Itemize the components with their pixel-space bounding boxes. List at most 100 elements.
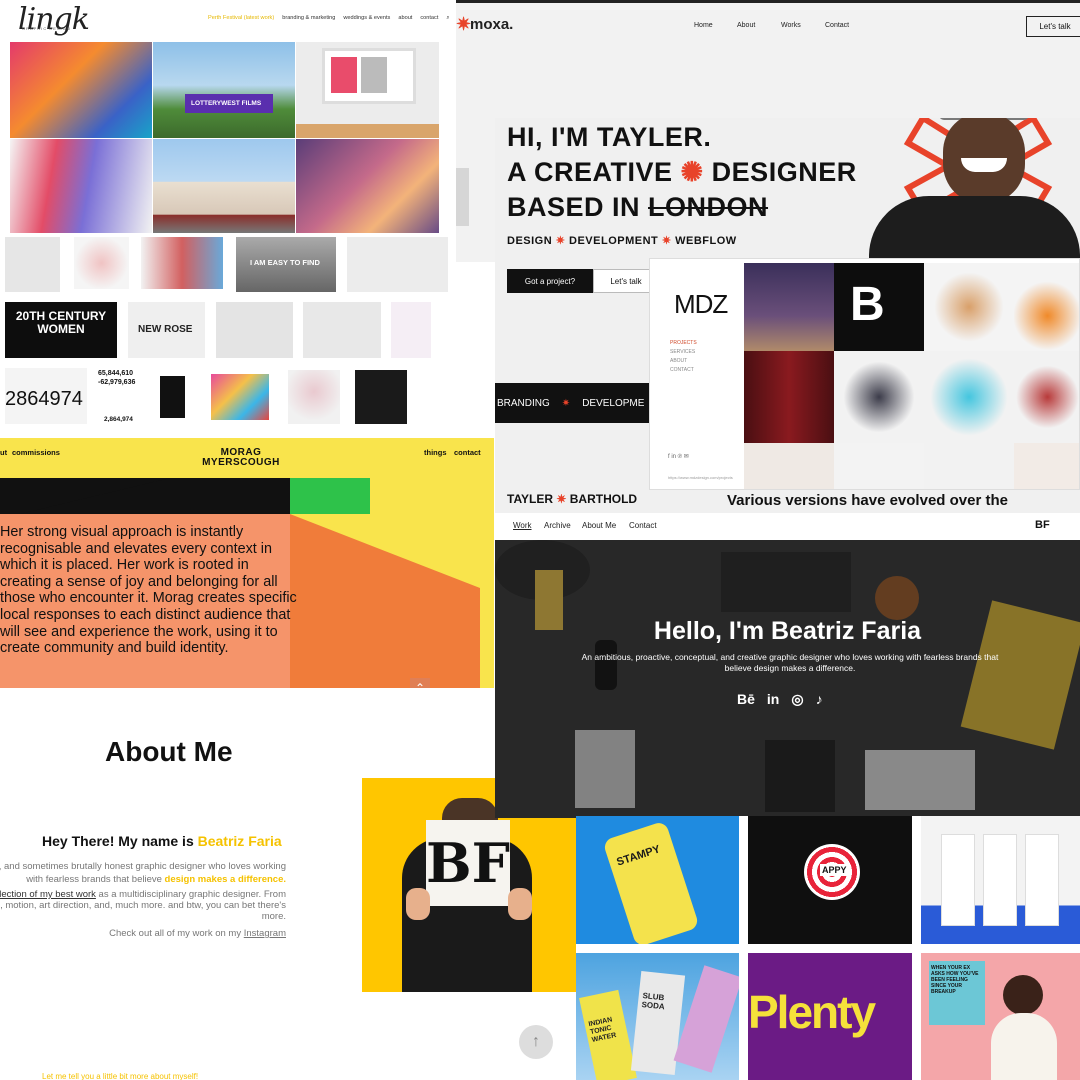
thumb-century-color[interactable] — [391, 302, 431, 358]
project-tile-plenty[interactable]: Plenty — [748, 953, 912, 1080]
new-rose-label: NEW ROSE — [138, 324, 193, 335]
mdz-menu-projects[interactable]: PROJECTS — [670, 339, 697, 348]
thumb-glass-building[interactable] — [296, 139, 439, 233]
mdz-tile-bottom-b[interactable] — [834, 443, 924, 489]
mdz-social-icons[interactable]: f in ℗ ✉ — [668, 453, 689, 460]
morag-logo[interactable]: MORAG MYERSCOUGH — [186, 448, 296, 468]
mdz-menu-contact[interactable]: CONTACT — [670, 366, 697, 375]
beatriz-logo[interactable]: BF — [1035, 519, 1050, 531]
mdz-tile-flipflops[interactable] — [1014, 351, 1079, 443]
search-icon[interactable]: ⌕ — [446, 15, 449, 22]
linkedin-icon[interactable]: in — [767, 691, 779, 708]
about-me-panel: About Me Hey There! My name is Beatriz F… — [0, 688, 576, 1080]
moxa-logo[interactable]: moxa. — [470, 16, 513, 33]
thumb-art-deco-cinema[interactable] — [153, 139, 295, 233]
work-line-2: al, motion, art direction, and, much mor… — [0, 900, 286, 911]
instagram-line-text: Check out all of my work on my — [109, 928, 244, 939]
beatriz-hero-title: Hello, I'm Beatriz Faria — [653, 617, 922, 645]
bf-sign: BF — [426, 820, 510, 906]
lingk-nav-item-about[interactable]: about — [398, 15, 412, 22]
thumb-festival-posters[interactable] — [10, 42, 152, 138]
intro-heading-name: Beatriz Faria — [197, 833, 282, 849]
best-work-link[interactable]: election of my best work — [0, 889, 96, 900]
lingk-nav-item-contact[interactable]: contact — [420, 15, 438, 22]
mdz-menu-services[interactable]: SERVICES — [670, 348, 697, 357]
thumb-colorful-book[interactable] — [211, 374, 269, 420]
mdz-tile-bottom-a[interactable] — [744, 443, 834, 489]
thumb-flower-vase[interactable] — [288, 370, 340, 424]
monitor-screen — [322, 48, 416, 104]
skill-webflow: WEBFLOW — [675, 235, 737, 247]
got-a-project-button[interactable]: Got a project? — [507, 269, 593, 293]
moxa-nav-home[interactable]: Home — [694, 22, 713, 29]
thumb-new-rose[interactable]: NEW ROSE — [128, 302, 205, 358]
thumb-color-splash[interactable] — [74, 237, 129, 289]
tiktok-icon[interactable]: ♪ — [816, 691, 823, 708]
moxa-nav-contact[interactable]: Contact — [825, 22, 849, 29]
beatriz-nav-archive[interactable]: Archive — [544, 521, 571, 530]
band-development: DEVELOPME — [582, 397, 645, 409]
thumb-painted-figure[interactable] — [141, 237, 223, 289]
behance-icon[interactable]: Bē — [737, 691, 755, 708]
hero-line-1: HI, I'M TAYLER. — [507, 122, 712, 152]
morag-nav-things[interactable]: things — [424, 448, 447, 457]
mdz-menu-about[interactable]: ABOUT — [670, 357, 697, 366]
mdz-tile-wine-bottles[interactable] — [744, 351, 834, 443]
project-tile-stampy[interactable]: STAMPY — [576, 816, 739, 944]
project-tile-soda[interactable]: SLUB SODA INDIAN TONIC WATER — [576, 953, 739, 1080]
lingk-nav-item-weddings[interactable]: weddings & events — [343, 15, 390, 22]
mdz-site-panel: MDZ PROJECTS SERVICES ABOUT CONTACT f in… — [649, 258, 1080, 490]
thumb-collage-a[interactable] — [216, 302, 293, 358]
mdz-tile-bottom-d[interactable] — [1014, 443, 1079, 489]
mdz-tile-toothbrush[interactable] — [924, 443, 1014, 489]
tayler-name: TAYLER ✷ BARTHOLD — [507, 492, 637, 506]
lingk-logo[interactable]: lingk — [18, 2, 90, 37]
beatriz-nav-about[interactable]: About Me — [582, 521, 616, 530]
mdz-tile-b-logo[interactable]: B — [834, 263, 924, 351]
hero-line-3: BASED IN LONDON — [507, 190, 857, 225]
social-icons: Bē in ◎ ♪ — [737, 691, 823, 708]
moxa-nav-about[interactable]: About — [737, 22, 755, 29]
mdz-tile-panda[interactable] — [924, 351, 1014, 443]
instagram-icon[interactable]: ◎ — [791, 691, 803, 708]
thumb-lotterywest-banner[interactable]: LOTTERYWEST FILMS — [153, 42, 295, 138]
mdz-tile-gold-figure[interactable] — [924, 263, 1014, 351]
thumb-figure-grey[interactable] — [347, 237, 448, 292]
back-to-top-button[interactable]: ↑ — [519, 1025, 553, 1059]
thumb-black-book[interactable] — [160, 376, 185, 418]
beatriz-nav-contact[interactable]: Contact — [629, 521, 657, 530]
thumb-child-photo[interactable] — [5, 237, 60, 292]
lets-talk-button[interactable]: Let's talk — [1026, 16, 1080, 37]
thumb-collage-b[interactable] — [303, 302, 381, 358]
mdz-tile-living-room[interactable] — [744, 263, 834, 351]
skill-development: DEVELOPMENT — [569, 235, 659, 247]
mdz-tile-orange-phone[interactable] — [1014, 263, 1079, 351]
instagram-link[interactable]: Instagram — [244, 928, 286, 939]
thumb-century-women[interactable]: 20TH CENTURY WOMEN — [5, 302, 117, 358]
mdz-url: https://www.mdzdesign.com/projects — [668, 475, 733, 480]
thumb-dark-texture[interactable] — [355, 370, 407, 424]
thumb-big-number[interactable]: 2864974 — [5, 368, 87, 424]
big-number-label: 2864974 — [5, 388, 83, 410]
lingk-site-panel: lingk GRAPHIC DESIGN Perth Festival (lat… — [0, 0, 456, 440]
mdz-tile-boot[interactable] — [834, 351, 924, 443]
project-tile-appy[interactable]: APPY — [748, 816, 912, 944]
hero-line-2a: A CREATIVE — [507, 157, 673, 187]
lingk-nav-item-perth[interactable]: Perth Festival (latest work) — [208, 15, 274, 22]
project-tile-breakup[interactable]: WHEN YOUR EX ASKS HOW YOU'VE BEEN FEELIN… — [921, 953, 1080, 1080]
thumb-number-list[interactable]: 65,844,610 -62,979,636 2,864,974 — [98, 368, 142, 426]
mdz-menu: PROJECTS SERVICES ABOUT CONTACT — [670, 339, 697, 375]
morag-nav-contact[interactable]: contact — [454, 448, 481, 457]
thumb-easy-to-find[interactable]: I AM EASY TO FIND — [236, 237, 336, 292]
morag-nav-commissions[interactable]: commissions — [12, 448, 60, 457]
mdz-logo[interactable]: MDZ — [674, 289, 728, 320]
morag-nav-about[interactable]: ut — [0, 448, 7, 457]
moxa-nav-works[interactable]: Works — [781, 22, 801, 29]
thumb-desktop-mockup[interactable] — [296, 42, 439, 138]
breakup-label: WHEN YOUR EX ASKS HOW YOU'VE BEEN FEELIN… — [931, 965, 979, 995]
lingk-nav-item-branding[interactable]: branding & marketing — [282, 15, 335, 22]
beatriz-nav-work[interactable]: Work — [513, 521, 532, 530]
project-tile-packaging[interactable] — [921, 816, 1080, 944]
thumb-print-brochures[interactable] — [10, 139, 152, 233]
about-bottom-teaser: Let me tell you a little bit more about … — [42, 1072, 199, 1080]
